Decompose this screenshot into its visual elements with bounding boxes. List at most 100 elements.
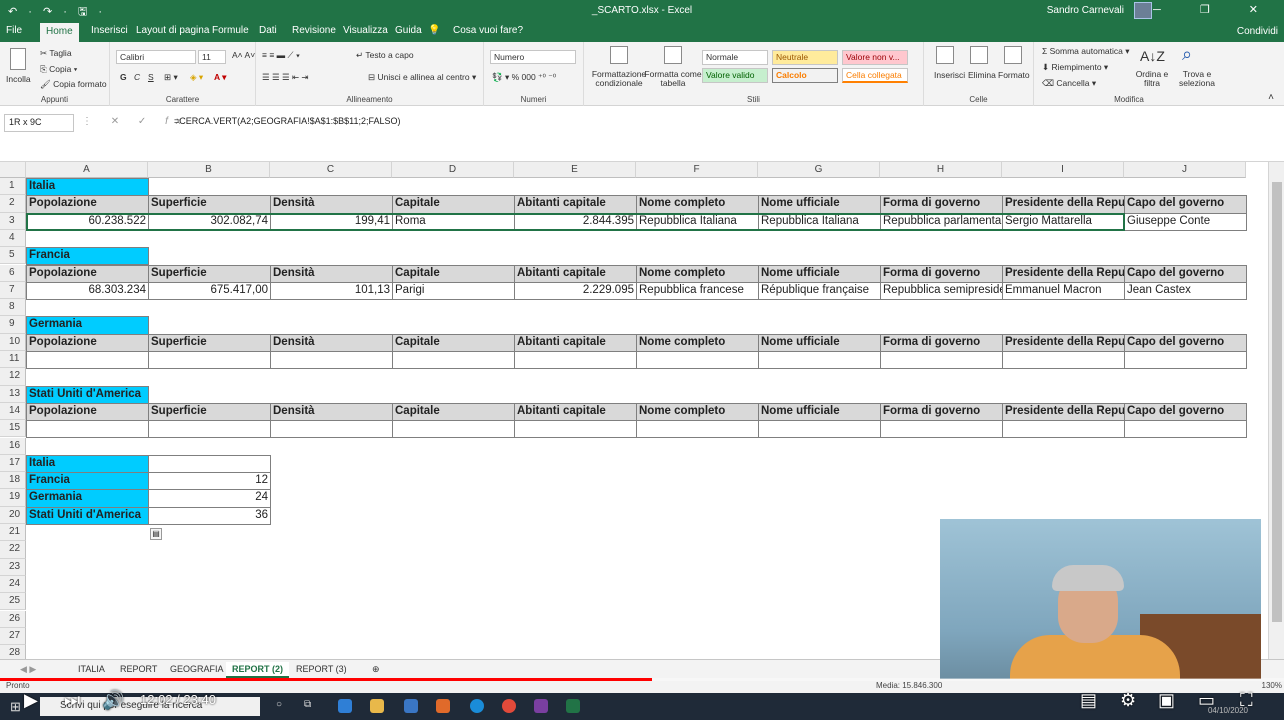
fullscreen-icon[interactable]: ⛶ xyxy=(1240,690,1253,711)
summary-value-cell[interactable]: 36 xyxy=(148,506,271,525)
row-header[interactable]: 27 xyxy=(0,627,26,646)
volume-icon[interactable]: 🔊 xyxy=(102,690,124,711)
scrollbar-thumb[interactable] xyxy=(1272,182,1282,622)
data-cell[interactable] xyxy=(880,420,1003,439)
column-heading-cell[interactable]: Superficie xyxy=(148,195,271,214)
column-heading-cell[interactable]: Capitale xyxy=(392,195,515,214)
collapse-ribbon-icon[interactable]: ˄ xyxy=(1268,92,1274,103)
row-header[interactable]: 20 xyxy=(0,506,26,524)
country-title-cell[interactable]: Francia xyxy=(26,247,149,266)
row-header[interactable]: 19 xyxy=(0,489,26,507)
row-header[interactable]: 16 xyxy=(0,437,26,455)
column-header[interactable]: H xyxy=(880,162,1002,178)
data-cell[interactable]: Roma xyxy=(392,212,515,231)
column-heading-cell[interactable]: Densità xyxy=(270,195,393,214)
column-heading-cell[interactable]: Forma di governo xyxy=(880,333,1003,352)
tab-file[interactable]: File xyxy=(6,25,22,36)
row-header[interactable]: 24 xyxy=(0,575,26,594)
column-header[interactable]: J xyxy=(1124,162,1246,178)
data-cell[interactable]: Sergio Mattarella xyxy=(1002,212,1125,231)
user-name[interactable]: Sandro Carnevali xyxy=(1047,5,1124,16)
data-cell[interactable]: Repubblica Italiana xyxy=(758,212,881,231)
column-heading-cell[interactable]: Capitale xyxy=(392,333,515,352)
data-cell[interactable] xyxy=(1124,420,1247,439)
column-heading-cell[interactable]: Nome ufficiale xyxy=(758,333,881,352)
column-heading-cell[interactable]: Forma di governo xyxy=(880,264,1003,283)
data-cell[interactable] xyxy=(636,420,759,439)
delete-cells-icon[interactable] xyxy=(970,46,988,64)
data-cell[interactable] xyxy=(1002,420,1125,439)
data-cell[interactable]: République française xyxy=(758,281,881,301)
autosum-button[interactable]: Σ Somma automatica ▾ xyxy=(1042,46,1130,57)
column-heading-cell[interactable]: Presidente della Repubblica xyxy=(1002,264,1125,283)
tab-review[interactable]: Revisione xyxy=(292,25,336,36)
row-header[interactable]: 10 xyxy=(0,333,26,351)
column-heading-cell[interactable]: Abitanti capitale xyxy=(514,402,637,422)
column-heading-cell[interactable]: Densità xyxy=(270,264,393,283)
data-cell[interactable] xyxy=(270,420,393,439)
row-header[interactable]: 13 xyxy=(0,385,26,403)
font-color-icon[interactable]: A ▾ xyxy=(214,72,226,83)
row-header[interactable]: 26 xyxy=(0,610,26,628)
column-header[interactable]: B xyxy=(148,162,270,178)
column-heading-cell[interactable]: Capo del governo xyxy=(1124,402,1247,422)
column-heading-cell[interactable]: Popolazione xyxy=(26,402,149,422)
column-heading-cell[interactable]: Popolazione xyxy=(26,333,149,352)
column-heading-cell[interactable]: Capo del governo xyxy=(1124,333,1247,352)
row-header[interactable]: 21 xyxy=(0,524,26,542)
row-header[interactable]: 6 xyxy=(0,264,26,282)
italic-button[interactable]: C xyxy=(134,72,140,82)
tab-formulas[interactable]: Formule xyxy=(212,25,249,36)
percent-button[interactable]: 💱 ▾ % 000 ⁺⁰ ⁻⁰ xyxy=(492,72,556,83)
paste-icon[interactable] xyxy=(10,48,26,70)
tab-insert[interactable]: Inserisci xyxy=(91,25,128,36)
data-cell[interactable]: 60.238.522 xyxy=(26,212,149,231)
data-cell[interactable] xyxy=(148,420,271,439)
data-cell[interactable]: 2.229.095 xyxy=(514,281,637,301)
column-heading-cell[interactable]: Capo del governo xyxy=(1124,195,1247,214)
sheet-nav-arrows[interactable]: ◀ ▶ xyxy=(14,662,42,677)
column-heading-cell[interactable]: Capo del governo xyxy=(1124,264,1247,283)
tab-view[interactable]: Visualizza xyxy=(343,25,388,36)
add-sheet-button[interactable]: ⊕ xyxy=(366,662,386,677)
style-cella-collegata[interactable]: Cella collegata xyxy=(842,68,908,83)
data-cell[interactable] xyxy=(26,420,149,439)
data-cell[interactable] xyxy=(514,420,637,439)
play-icon[interactable]: ▶ xyxy=(24,690,38,711)
cut-button[interactable]: ✂ Taglia xyxy=(40,48,72,59)
style-normale[interactable]: Normale xyxy=(702,50,768,65)
tab-page-layout[interactable]: Layout di pagina xyxy=(136,25,209,36)
format-painter-button[interactable]: 🖌 Copia formato xyxy=(40,79,107,90)
vertical-scrollbar[interactable] xyxy=(1268,162,1284,659)
window-controls[interactable]: ─ ❐ ✕ xyxy=(1153,3,1276,16)
fill-button[interactable]: ⬇ Riempimento ▾ xyxy=(1042,62,1108,73)
summary-value-cell[interactable] xyxy=(148,454,271,474)
font-size-select[interactable]: 11 xyxy=(198,50,226,64)
column-heading-cell[interactable]: Nome ufficiale xyxy=(758,195,881,214)
row-header[interactable]: 12 xyxy=(0,368,26,386)
column-header[interactable]: A xyxy=(26,162,148,178)
format-table-icon[interactable] xyxy=(664,46,682,64)
column-header[interactable]: E xyxy=(514,162,636,178)
row-header[interactable]: 3 xyxy=(0,212,26,230)
row-header[interactable]: 28 xyxy=(0,645,26,659)
row-header[interactable]: 4 xyxy=(0,229,26,248)
summary-name-cell[interactable]: Stati Uniti d'America xyxy=(26,506,149,525)
column-heading-cell[interactable]: Forma di governo xyxy=(880,402,1003,422)
format-cells-icon[interactable] xyxy=(1004,46,1022,64)
row-header[interactable]: 22 xyxy=(0,541,26,559)
data-cell[interactable]: 101,13 xyxy=(270,281,393,301)
tell-me-box[interactable]: Cosa vuoi fare? xyxy=(453,25,523,36)
style-calcolo[interactable]: Calcolo xyxy=(772,68,838,83)
sheet-tab-italia[interactable]: ITALIA xyxy=(72,662,111,676)
summary-name-cell[interactable]: Italia xyxy=(26,454,149,474)
data-cell[interactable]: 199,41 xyxy=(270,212,393,231)
sheet-tab-report-2[interactable]: REPORT (2) xyxy=(226,662,290,678)
style-valore-non-valido[interactable]: Valore non v... xyxy=(842,50,908,65)
tab-help[interactable]: Guida xyxy=(395,25,422,36)
row-header[interactable]: 7 xyxy=(0,281,26,300)
sheet-tab-report-3[interactable]: REPORT (3) xyxy=(290,662,353,676)
font-name-select[interactable]: Calibri xyxy=(116,50,196,64)
sort-filter-button[interactable]: Ordina e filtra xyxy=(1132,70,1172,88)
column-header[interactable]: D xyxy=(392,162,514,178)
